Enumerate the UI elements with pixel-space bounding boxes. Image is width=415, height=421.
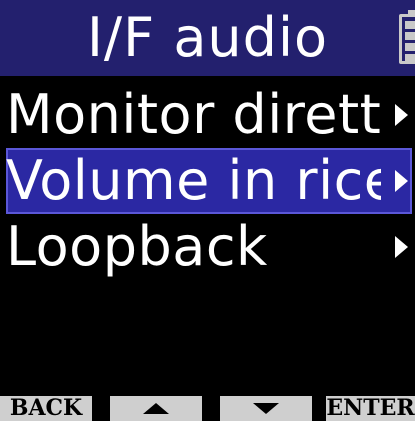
menu-item-monitor-diretto[interactable]: Monitor diretto bbox=[6, 82, 412, 148]
device-screen: I/F audio Monitor diretto Volume in rice… bbox=[0, 0, 415, 421]
menu-item-volume-in-ricezione[interactable]: Volume in ricezione bbox=[6, 148, 412, 214]
menu-item-label: Monitor diretto bbox=[6, 83, 381, 146]
chevron-right-icon bbox=[395, 104, 408, 126]
title-bar: I/F audio bbox=[0, 0, 415, 76]
soft-key-bar: BACK ENTER bbox=[0, 396, 415, 421]
down-button[interactable] bbox=[220, 396, 312, 421]
battery-icon bbox=[399, 10, 415, 64]
menu-item-label: Loopback bbox=[6, 215, 268, 278]
back-button[interactable]: BACK bbox=[0, 396, 92, 421]
chevron-right-icon bbox=[395, 170, 408, 192]
menu-item-loopback[interactable]: Loopback bbox=[6, 214, 412, 280]
up-button[interactable] bbox=[110, 396, 202, 421]
enter-button[interactable]: ENTER bbox=[326, 396, 415, 421]
page-title: I/F audio bbox=[87, 6, 328, 69]
chevron-right-icon bbox=[395, 236, 408, 258]
triangle-down-icon bbox=[253, 403, 279, 414]
menu-item-label: Volume in ricezione bbox=[6, 149, 381, 212]
triangle-up-icon bbox=[143, 403, 169, 414]
